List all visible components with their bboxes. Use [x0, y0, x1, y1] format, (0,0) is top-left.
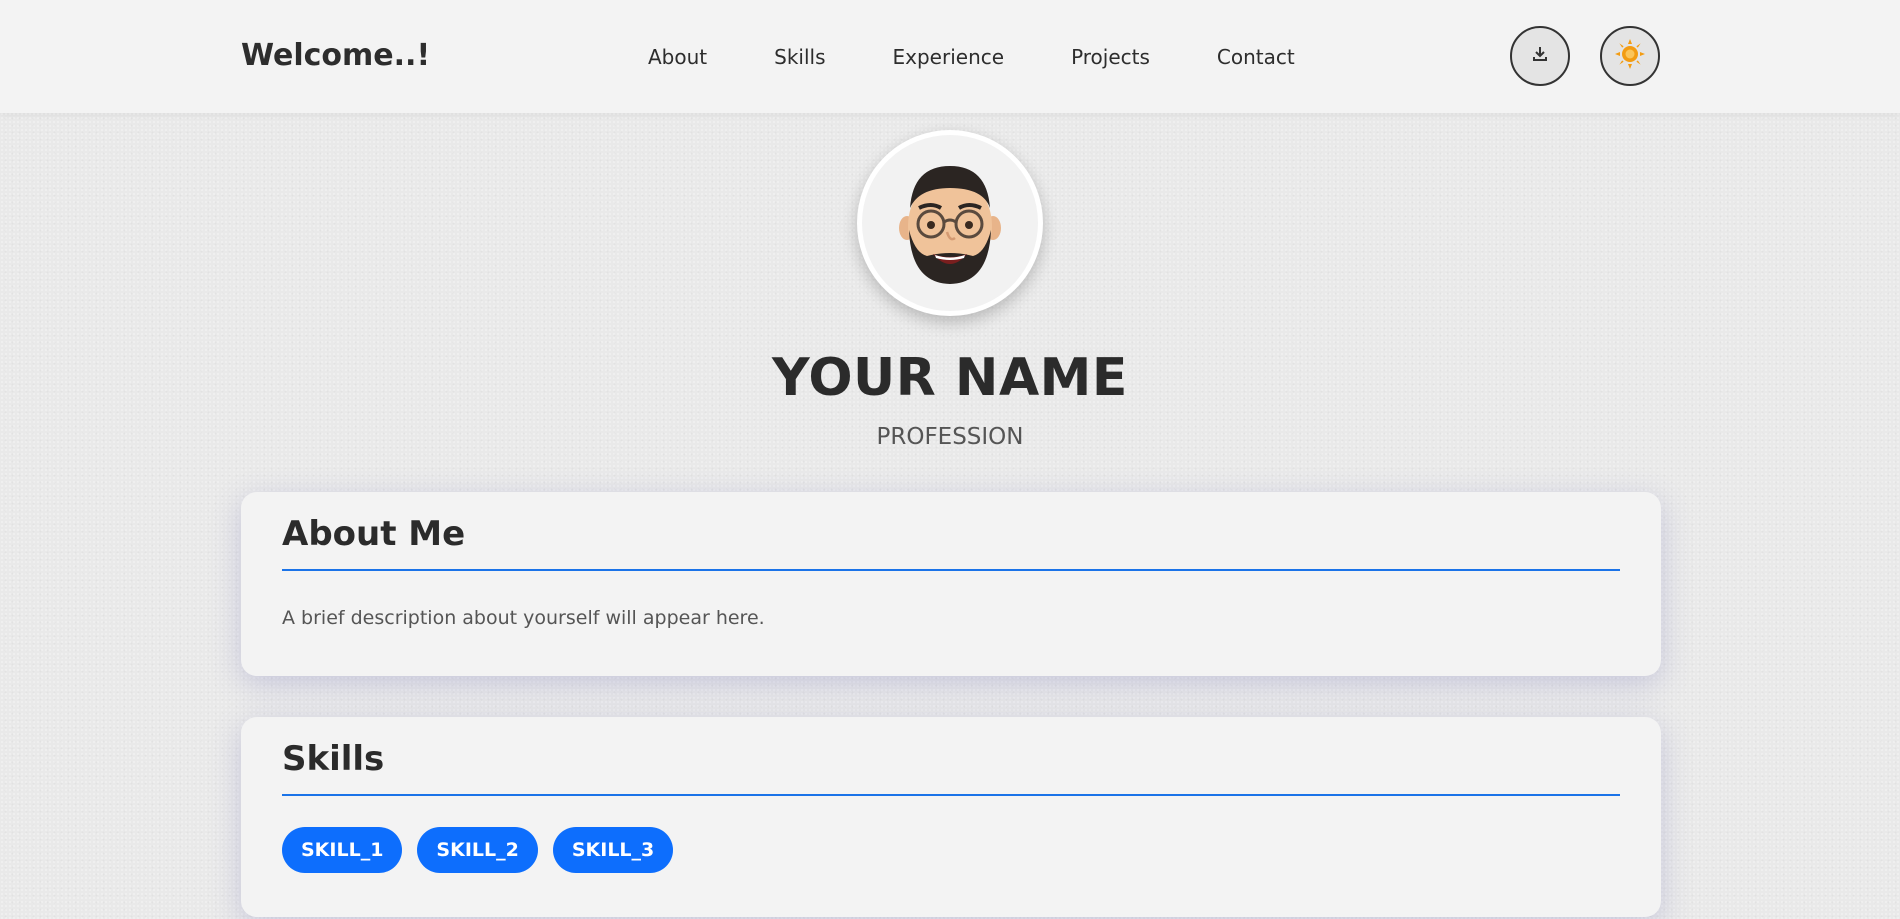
skills-title: Skills: [282, 717, 1620, 796]
download-icon: [1531, 45, 1549, 67]
sun-icon: [1614, 38, 1646, 74]
profile-avatar: [857, 130, 1043, 316]
theme-toggle-button[interactable]: [1600, 26, 1660, 86]
skill-pill: SKILL_3: [552, 827, 674, 873]
skill-pill: SKILL_2: [417, 827, 538, 873]
brand-title: Welcome..!: [241, 38, 431, 73]
nav-link-projects[interactable]: Projects: [1071, 45, 1150, 69]
top-navbar: Welcome..! About Skills Experience Proje…: [0, 0, 1900, 113]
skills-card: Skills SKILL_1 SKILL_2 SKILL_3: [241, 717, 1661, 917]
memoji-avatar: [899, 166, 1001, 284]
download-button[interactable]: [1510, 26, 1570, 86]
nav-links: About Skills Experience Projects Contact: [648, 45, 1295, 69]
skills-list: SKILL_1 SKILL_2 SKILL_3: [282, 827, 1620, 873]
profile-profession: PROFESSION: [876, 424, 1024, 450]
nav-link-experience[interactable]: Experience: [893, 45, 1005, 69]
profile-name: YOUR NAME: [772, 348, 1128, 408]
nav-link-about[interactable]: About: [648, 45, 707, 69]
about-title: About Me: [282, 492, 1620, 571]
nav-link-skills[interactable]: Skills: [774, 45, 825, 69]
about-text: A brief description about yourself will …: [282, 607, 765, 629]
about-card: About Me A brief description about yours…: [241, 492, 1661, 676]
nav-link-contact[interactable]: Contact: [1217, 45, 1295, 69]
skill-pill: SKILL_1: [282, 827, 403, 873]
